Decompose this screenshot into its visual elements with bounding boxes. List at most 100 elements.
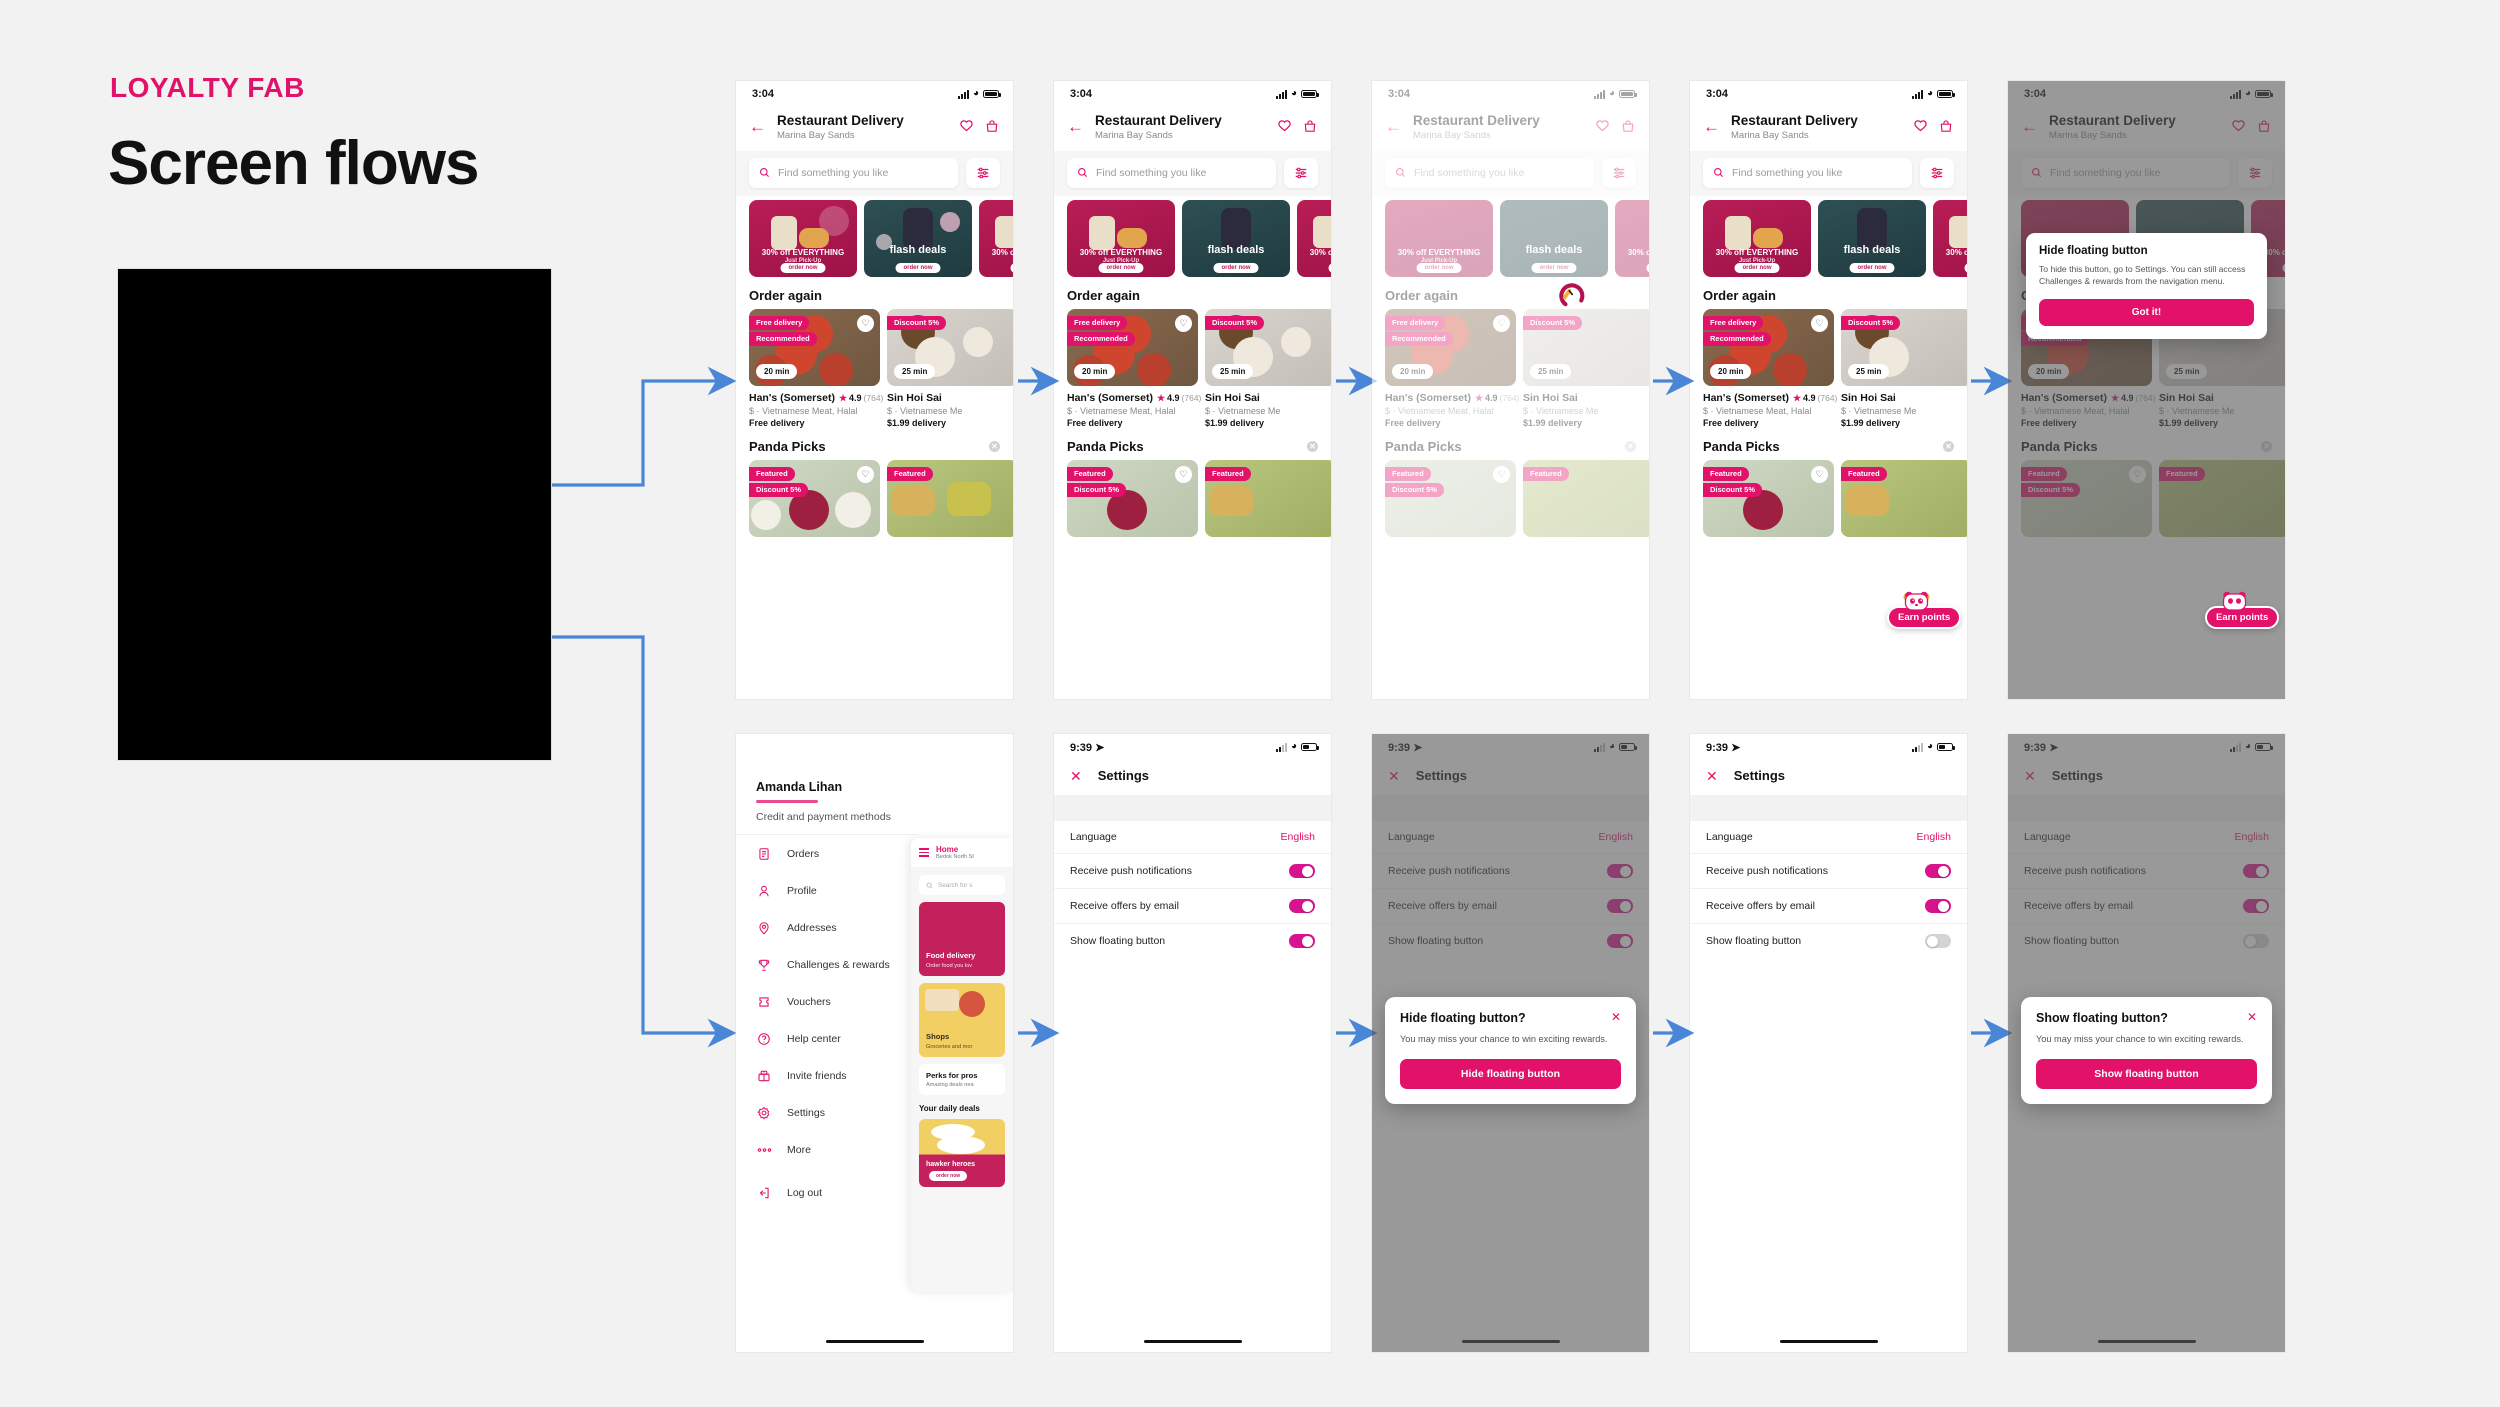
banner-cta[interactable]: order now (780, 262, 826, 273)
toggle-push-notifications[interactable] (1289, 864, 1315, 878)
order-again-list[interactable]: Free delivery Recommended ♡ 20 min Han's… (1690, 308, 1967, 428)
toggle-floating-button[interactable] (1289, 934, 1315, 948)
promo-banner[interactable]: 30% off EVERYTHING Just Pick-Up order no… (1385, 199, 1493, 277)
panda-picks-list[interactable]: Featured Discount 5% ♡ Featured (1372, 459, 1649, 537)
pick-card[interactable]: Featured (1205, 459, 1331, 537)
settings-row-email-offers[interactable]: Receive offers by email (1690, 889, 1967, 924)
settings-row-email-offers[interactable]: Receive offers by email (2008, 889, 2285, 924)
shopping-bag-icon[interactable] (1939, 119, 1953, 134)
screen-restaurant-delivery-step2[interactable]: 3:04 ◕ ← Restaurant Delivery Marina Bay … (1053, 80, 1332, 700)
favorite-heart-icon[interactable]: ♡ (1493, 465, 1510, 483)
filter-button[interactable] (2238, 157, 2272, 188)
banner-cta[interactable]: order now (2282, 262, 2285, 273)
close-x-icon[interactable]: ✕ (1706, 769, 1718, 783)
preview-tile-food-delivery[interactable]: Food delivery Order food you lov (919, 902, 1005, 976)
promo-banner-carousel[interactable]: 30% off EVERYTHING Just Pick-Up order no… (1054, 196, 1331, 277)
order-again-list[interactable]: Free delivery Recommended ♡ 20 min Han's… (736, 308, 1013, 428)
tooltip-got-it-button[interactable]: Got it! (2039, 298, 2254, 326)
hide-floating-button-cta[interactable]: Hide floating button (1400, 1059, 1621, 1090)
screen-fab-visible[interactable]: 3:04 ◕ ← Restaurant Delivery Marina Bay … (1689, 80, 1968, 700)
dismiss-section-icon[interactable]: ✕ (2261, 440, 2272, 452)
back-arrow-icon[interactable]: ← (1067, 118, 1085, 135)
promo-banner-carousel[interactable]: 30% off EVERYTHING Just Pick-Up order no… (736, 196, 1013, 277)
favorite-heart-icon[interactable]: ♡ (1175, 465, 1192, 483)
search-input[interactable]: Find something you like (749, 157, 958, 188)
close-x-icon[interactable]: ✕ (2247, 1011, 2257, 1023)
deal-cta[interactable]: order now (929, 1171, 968, 1181)
banner-cta[interactable]: order now (1646, 262, 1649, 273)
restaurant-card[interactable]: Discount 5% 25 min Sin Hoi Sai $ · Vietn… (1523, 308, 1649, 428)
promo-banner[interactable]: flash deals order now (864, 199, 972, 277)
favorite-heart-icon[interactable]: ♡ (857, 314, 874, 332)
screen-settings-fab-off[interactable]: 9:39 ➤ ◕ ✕ Settings Language English Rec… (1689, 733, 1968, 1353)
settings-row-push-notifications[interactable]: Receive push notifications (2008, 854, 2285, 889)
promo-banner-carousel[interactable]: 30% off EVERYTHING Just Pick-Up order no… (1372, 196, 1649, 277)
shopping-bag-icon[interactable] (985, 119, 999, 134)
promo-banner[interactable]: 30% off EVERYTHING Just Pick-Up order no… (1297, 199, 1331, 277)
dismiss-section-icon[interactable]: ✕ (1307, 440, 1318, 452)
toggle-push-notifications[interactable] (1607, 864, 1633, 878)
restaurant-card[interactable]: Discount 5% 25 min Sin Hoi Sai $ · Vietn… (887, 308, 1013, 428)
settings-list[interactable]: Language English Receive push notificati… (1372, 821, 1649, 958)
banner-cta[interactable]: order now (1098, 262, 1144, 273)
settings-row-push-notifications[interactable]: Receive push notifications (1690, 854, 1967, 889)
restaurant-card[interactable]: Free delivery Recommended ♡ 20 min Han's… (1067, 308, 1201, 428)
toggle-floating-button[interactable] (2243, 934, 2269, 948)
preview-deal-hawker-heroes[interactable]: hawker heroes order now (919, 1119, 1005, 1187)
toggle-floating-button[interactable] (1607, 934, 1633, 948)
settings-row-push-notifications[interactable]: Receive push notifications (1054, 854, 1331, 889)
filter-button[interactable] (1920, 157, 1954, 188)
settings-list[interactable]: Language English Receive push notificati… (2008, 821, 2285, 958)
search-input[interactable]: Find something you like (1703, 157, 1912, 188)
favorite-heart-icon[interactable]: ♡ (1811, 465, 1828, 483)
preview-tile-shops[interactable]: Shops Groceries and mor (919, 983, 1005, 1057)
home-screen-preview[interactable]: Home Bedok North St Search for s Food de… (911, 838, 1013, 1292)
show-floating-button-cta[interactable]: Show floating button (2036, 1059, 2257, 1090)
screen-fab-animating[interactable]: 3:04 ◕ ← Restaurant Delivery Marina Bay … (1371, 80, 1650, 700)
search-input[interactable]: Find something you like (1067, 157, 1276, 188)
hide-fab-dialog[interactable]: Hide floating button? ✕ You may miss you… (1385, 997, 1636, 1105)
show-fab-dialog[interactable]: Show floating button? ✕ You may miss you… (2021, 997, 2272, 1105)
pick-card[interactable]: Featured Discount 5% ♡ (1067, 459, 1198, 537)
screen-account-drawer[interactable]: 9:39 ➤ ◕ Amanda Lihan Credit and payment… (735, 733, 1014, 1353)
promo-banner[interactable]: flash deals order now (1500, 199, 1608, 277)
promo-banner[interactable]: 30% off EVERYTHING Just Pick-Up order no… (1703, 199, 1811, 277)
earn-points-fab[interactable]: Earn points (2205, 591, 2280, 629)
pick-card[interactable]: Featured (2159, 459, 2285, 537)
toggle-push-notifications[interactable] (2243, 864, 2269, 878)
panda-picks-list[interactable]: Featured Discount 5% ♡ Featured (1690, 459, 1967, 537)
settings-row-language[interactable]: Language English (1054, 821, 1331, 854)
restaurant-card[interactable]: Free delivery Recommended ♡ 20 min Han's… (1703, 308, 1837, 428)
favorite-heart-icon[interactable]: ♡ (1493, 314, 1510, 332)
promo-banner[interactable]: 30% off EVERYTHING Just Pick-Up order no… (1067, 199, 1175, 277)
close-x-icon[interactable]: ✕ (1611, 1011, 1621, 1023)
search-input[interactable]: Find something you like (1385, 157, 1594, 188)
dismiss-section-icon[interactable]: ✕ (1943, 440, 1954, 452)
hamburger-menu-icon[interactable] (919, 848, 929, 857)
restaurant-card[interactable]: Discount 5% 25 min Sin Hoi Sai $ · Vietn… (1841, 308, 1967, 428)
heart-icon[interactable] (1913, 119, 1928, 134)
promo-banner[interactable]: 30% off EVERYTHING Just Pick-Up order no… (749, 199, 857, 277)
toggle-floating-button[interactable] (1925, 934, 1951, 948)
banner-cta[interactable]: order now (1734, 262, 1780, 273)
settings-row-floating-button[interactable]: Show floating button (2008, 924, 2285, 958)
favorite-heart-icon[interactable]: ♡ (2129, 465, 2146, 483)
promo-banner[interactable]: 30% off EVERYTHING Just Pick-Up order no… (1615, 199, 1649, 277)
panda-picks-list[interactable]: Featured Discount 5% ♡ Featured (736, 459, 1013, 537)
promo-banner[interactable]: 30% off EVERYTHING Just Pick-Up order no… (979, 199, 1013, 277)
settings-row-language[interactable]: Language English (1690, 821, 1967, 854)
pick-card[interactable]: Featured (1841, 459, 1967, 537)
close-x-icon[interactable]: ✕ (1070, 769, 1082, 783)
settings-list[interactable]: Language English Receive push notificati… (1690, 821, 1967, 958)
restaurant-card[interactable]: Free delivery Recommended ♡ 20 min Han's… (1385, 308, 1519, 428)
pick-card[interactable]: Featured (1523, 459, 1649, 537)
toggle-push-notifications[interactable] (1925, 864, 1951, 878)
screen-settings-on[interactable]: 9:39 ➤ ◕ ✕ Settings Language English Rec… (1053, 733, 1332, 1353)
close-x-icon[interactable]: ✕ (2024, 769, 2036, 783)
back-arrow-icon[interactable]: ← (749, 118, 767, 135)
filter-button[interactable] (966, 157, 1000, 188)
shopping-bag-icon[interactable] (1621, 119, 1635, 134)
promo-banner-carousel[interactable]: 30% off EVERYTHING Just Pick-Up order no… (1690, 196, 1967, 277)
pick-card[interactable]: Featured Discount 5% ♡ (1385, 459, 1516, 537)
heart-icon[interactable] (2231, 119, 2246, 134)
